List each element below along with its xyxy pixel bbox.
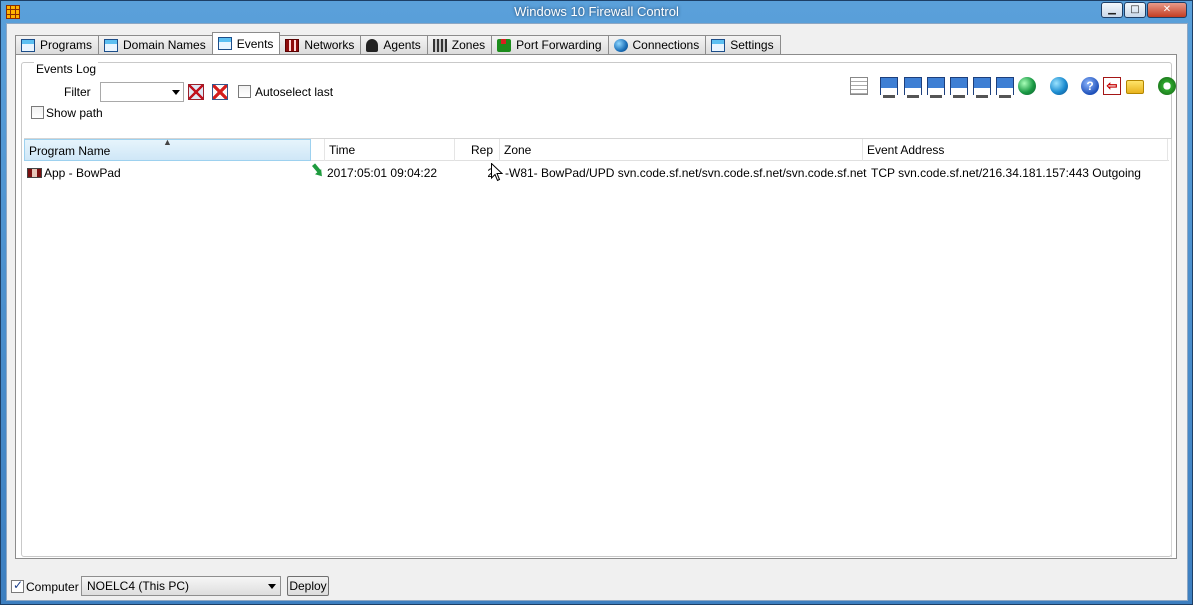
globe-icon[interactable]	[1050, 77, 1068, 95]
tab-label: Settings	[730, 38, 774, 52]
edit-notes-icon[interactable]	[850, 77, 868, 95]
events-panel: Events Log Filter Autoselect last Show p…	[15, 54, 1177, 559]
column-header-program-name[interactable]: ▲ Program Name	[24, 137, 311, 161]
tab-label: Agents	[383, 38, 421, 52]
film-icon	[285, 38, 300, 52]
event-address-cell: TCP svn.code.sf.net/216.34.181.157:443 O…	[871, 166, 1141, 180]
tab-strip: Programs Domain Names Events Networks Ag…	[15, 32, 781, 54]
time-cell: 2017:05:01 09:04:22	[327, 166, 438, 180]
column-header-rep[interactable]: Rep	[455, 139, 500, 161]
column-header-direction[interactable]	[311, 139, 325, 161]
refresh-icon[interactable]	[1158, 77, 1176, 95]
autoselect-checkbox[interactable]	[238, 85, 251, 98]
title-bar[interactable]: Windows 10 Firewall Control ▁ □ ✕	[1, 1, 1192, 23]
computer-icon[interactable]	[880, 77, 898, 98]
autoselect-label: Autoselect last	[255, 85, 334, 99]
help-icon[interactable]: ?	[1081, 77, 1099, 95]
tab-label: Events	[236, 36, 274, 51]
column-header-zone[interactable]: Zone	[500, 139, 863, 161]
window-title: Windows 10 Firewall Control	[514, 4, 679, 19]
show-path-checkbox[interactable]	[31, 106, 44, 119]
tab-label: Programs	[40, 38, 93, 52]
client-area: Programs Domain Names Events Networks Ag…	[6, 23, 1188, 601]
maximize-button[interactable]: □	[1124, 2, 1146, 18]
tab-programs[interactable]: Programs	[15, 35, 100, 54]
clear-log-icon[interactable]	[212, 84, 228, 100]
events-log-title: Events Log	[34, 62, 99, 76]
tab-zones[interactable]: Zones	[426, 35, 493, 54]
sort-ascending-icon: ▲	[163, 137, 172, 147]
program-name-cell: App - BowPad	[44, 166, 121, 180]
tab-settings[interactable]: Settings	[705, 35, 781, 54]
window-icon	[104, 38, 119, 52]
column-header-event-address[interactable]: Event Address	[863, 139, 1168, 161]
minimize-button[interactable]: ▁	[1101, 2, 1123, 18]
tab-label: Connections	[632, 38, 700, 52]
window-icon	[711, 38, 726, 52]
computer-checkbox[interactable]	[11, 578, 24, 593]
table-header: ▲ Program Name Time Rep Zone Event Addre…	[24, 137, 1169, 161]
computer-select[interactable]: NOELC4 (This PC)	[81, 576, 281, 596]
column-label: Event Address	[867, 143, 945, 157]
column-label: Program Name	[29, 144, 111, 158]
show-path-label: Show path	[46, 106, 103, 120]
zones-icon	[432, 38, 447, 52]
filter-combo[interactable]	[100, 82, 184, 102]
filter-label: Filter	[64, 85, 91, 99]
column-label: Time	[329, 143, 356, 157]
column-label: Rep	[470, 143, 493, 157]
app-window: Windows 10 Firewall Control ▁ □ ✕ Progra…	[0, 0, 1193, 605]
tab-connections[interactable]: Connections	[607, 35, 707, 54]
tab-label: Networks	[304, 38, 355, 52]
globe-icon	[613, 38, 628, 52]
window-icon	[21, 38, 35, 52]
column-header-time[interactable]: Time	[325, 139, 455, 161]
computer-label: Computer	[26, 580, 79, 594]
exit-icon[interactable]: ⇦	[1103, 77, 1121, 95]
rep-cell: 2	[487, 166, 494, 180]
globe-network-icon[interactable]	[1018, 77, 1036, 95]
computer-icon[interactable]	[950, 77, 968, 98]
folder-icon[interactable]	[1126, 80, 1144, 94]
events-log-group: Events Log Filter Autoselect last Show p…	[21, 62, 1176, 557]
computer-value: NOELC4 (This PC)	[87, 579, 190, 593]
column-label: Zone	[504, 143, 532, 157]
events-table: ▲ Program Name Time Rep Zone Event Addre…	[24, 137, 1172, 557]
tab-port-forwarding[interactable]: Port Forwarding	[491, 35, 609, 54]
close-button[interactable]: ✕	[1147, 2, 1187, 18]
outgoing-arrow-icon	[312, 166, 324, 178]
table-row[interactable]: App - BowPad 2017:05:01 09:04:22 2 -W81-…	[24, 164, 1169, 182]
tab-label: Domain Names	[123, 38, 206, 52]
tab-domain-names[interactable]: Domain Names	[98, 35, 213, 54]
port-forwarding-icon	[497, 38, 512, 52]
deploy-button[interactable]: Deploy	[287, 576, 329, 596]
tab-networks[interactable]: Networks	[279, 35, 362, 54]
computer-network-icon[interactable]	[973, 77, 991, 98]
application-icon	[27, 168, 42, 178]
computer-network-icon[interactable]	[927, 77, 945, 98]
tab-label: Port Forwarding	[516, 38, 602, 52]
clear-filter-icon[interactable]	[188, 84, 204, 100]
table-border	[1171, 139, 1172, 557]
computer-network-icon[interactable]	[904, 77, 922, 98]
tab-label: Zones	[451, 38, 486, 52]
window-icon	[217, 37, 232, 50]
tab-agents[interactable]: Agents	[360, 35, 428, 54]
computer-network-icon[interactable]	[996, 77, 1014, 98]
footer-bar: Computer NOELC4 (This PC) Deploy	[7, 568, 1187, 600]
agent-icon	[366, 38, 379, 52]
zone-cell: -W81- BowPad/UPD svn.code.sf.net/svn.cod…	[505, 166, 867, 180]
tab-events[interactable]: Events	[211, 32, 281, 54]
chevron-down-icon	[268, 584, 276, 589]
chevron-down-icon	[172, 90, 180, 95]
